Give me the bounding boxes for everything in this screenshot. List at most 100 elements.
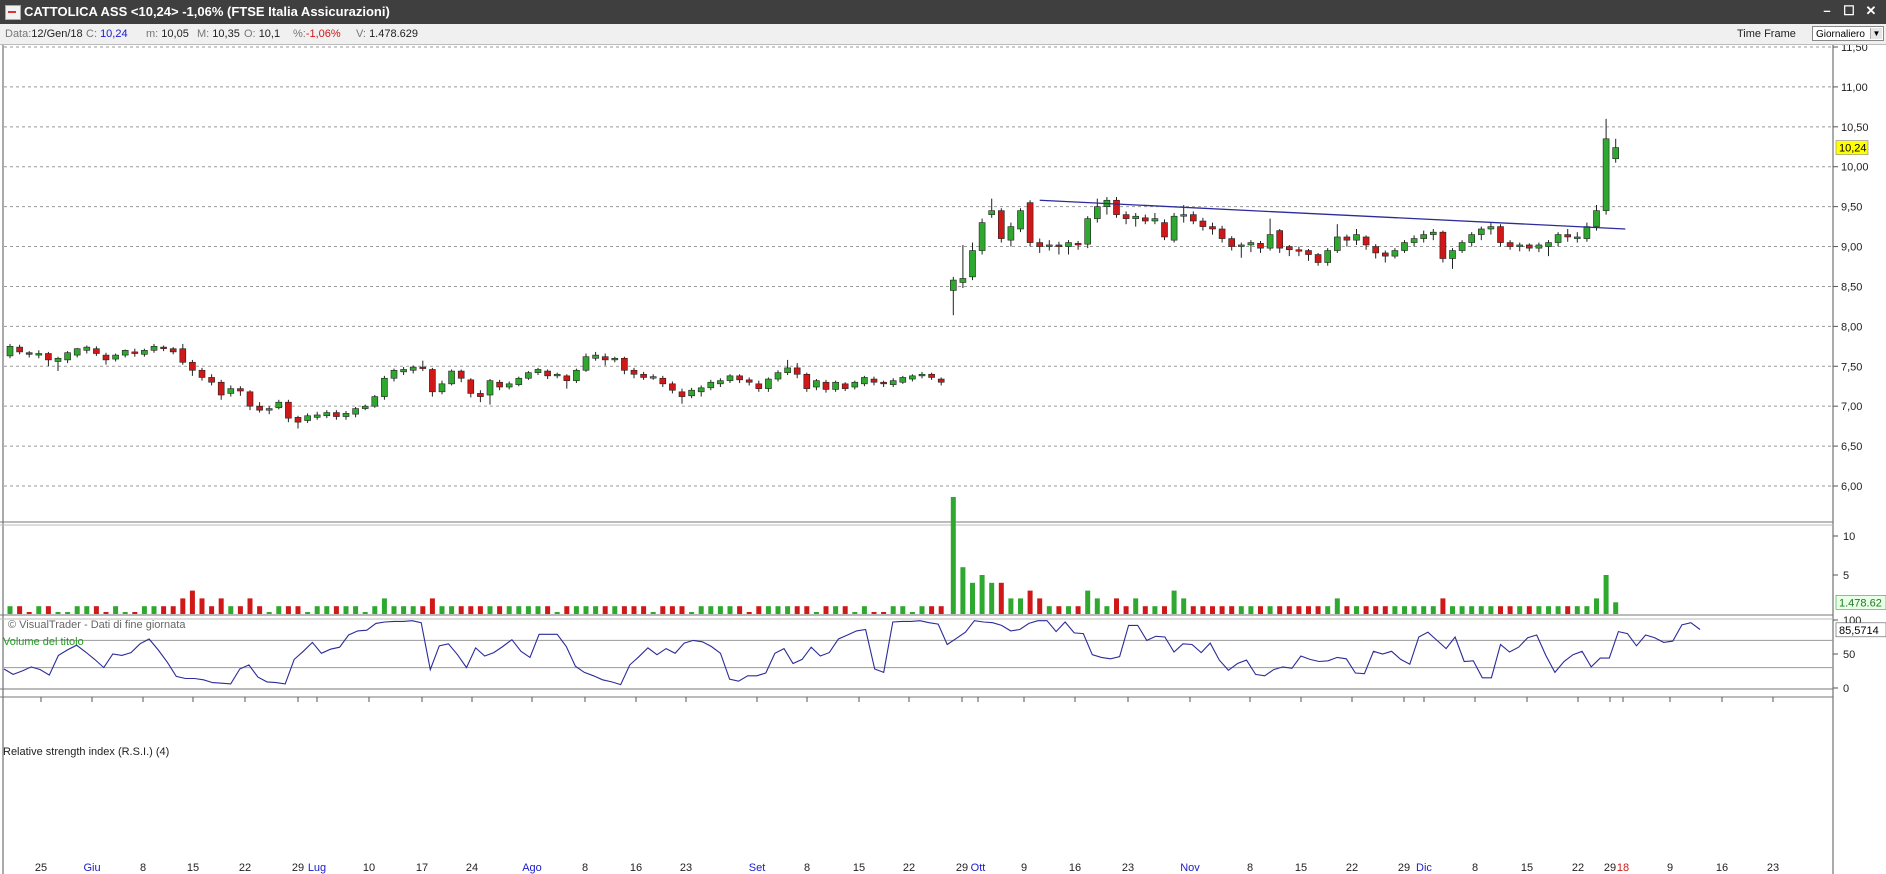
candle-body xyxy=(1583,226,1591,239)
candle-body xyxy=(832,381,839,390)
volume-bar xyxy=(535,606,541,614)
candle-body xyxy=(1190,214,1197,222)
volume-bar xyxy=(1373,606,1379,614)
maximize-button[interactable]: ☐ xyxy=(1840,2,1858,20)
volume-bar xyxy=(199,598,205,614)
volume-bar xyxy=(1421,606,1427,614)
volume-bar xyxy=(833,606,839,614)
volume-bar xyxy=(1104,606,1110,614)
price-axis-label: 9,50 xyxy=(1841,202,1862,214)
candle-body xyxy=(227,388,235,394)
candle-body xyxy=(736,375,743,381)
candle-body xyxy=(765,378,772,389)
close-button[interactable]: ✕ xyxy=(1862,2,1880,20)
xaxis-label: 17 xyxy=(416,862,428,874)
volume-bar xyxy=(737,606,743,614)
xaxis-label: 23 xyxy=(1767,862,1779,874)
volume-bar xyxy=(324,606,330,614)
candle-body xyxy=(793,367,801,375)
volume-bar xyxy=(487,606,493,614)
candle-body xyxy=(1334,236,1341,251)
volume-bar xyxy=(506,606,512,614)
volume-bar xyxy=(1210,606,1215,614)
chart-area[interactable]: © VisualTrader - Dati di fine giornata V… xyxy=(0,45,1886,874)
volume-bar xyxy=(890,606,896,614)
candle-body xyxy=(1295,249,1303,252)
volume-bar xyxy=(583,606,589,614)
xaxis-label: Ago xyxy=(522,862,542,874)
volume-bar xyxy=(1258,606,1263,614)
xaxis-label: 25 xyxy=(35,862,47,874)
xaxis-label: 22 xyxy=(239,862,251,874)
candle-body xyxy=(803,373,811,389)
volume-bar xyxy=(401,606,407,614)
volume-bar xyxy=(1546,606,1551,614)
info-volume: V: 1.478.629 xyxy=(356,28,418,40)
volume-bar xyxy=(1507,606,1513,614)
candle-body xyxy=(534,369,542,373)
volume-bar xyxy=(122,612,128,614)
volume-bar xyxy=(45,606,51,614)
candle-body xyxy=(237,388,244,392)
candle-body xyxy=(1516,244,1523,247)
minimize-button[interactable]: – xyxy=(1818,2,1836,20)
candle-body xyxy=(496,381,503,388)
price-axis-label: 9,00 xyxy=(1841,242,1862,254)
volume-bar xyxy=(1584,606,1590,614)
volume-bar xyxy=(391,606,397,614)
candle-body xyxy=(285,401,292,419)
timeframe-select[interactable]: Giornaliero ▼ xyxy=(1812,26,1884,41)
last-rsi-value: 85,5714 xyxy=(1839,625,1879,637)
candle-body xyxy=(1343,236,1351,241)
volume-bar xyxy=(305,612,311,614)
volume-bar xyxy=(727,606,733,614)
candle-body xyxy=(899,377,907,383)
volume-bar xyxy=(1306,606,1311,614)
candle-body xyxy=(64,352,71,361)
volume-bar xyxy=(1277,606,1283,614)
volume-bar xyxy=(1027,590,1033,614)
volume-bar xyxy=(247,598,253,614)
volume-bar xyxy=(170,606,176,614)
candle-body xyxy=(707,381,715,389)
window-title: CATTOLICA ASS <10,24> -1,06% (FTSE Itali… xyxy=(24,4,390,19)
candle-body xyxy=(169,348,177,353)
candle-body xyxy=(246,391,254,407)
volume-bar xyxy=(429,598,435,614)
volume-bar xyxy=(669,606,675,614)
volume-bar xyxy=(660,606,666,614)
volume-bar xyxy=(1613,602,1619,614)
candle-body xyxy=(1142,217,1149,222)
candle-body xyxy=(1199,220,1207,227)
candle-body xyxy=(1574,236,1581,239)
volume-bar xyxy=(1181,598,1187,614)
last-price-value: 10,24 xyxy=(1839,143,1867,155)
candle-body xyxy=(1007,226,1015,241)
volume-bar xyxy=(343,606,349,614)
volume-bar xyxy=(775,606,781,614)
volume-bar xyxy=(1344,606,1350,614)
candle-body xyxy=(1372,246,1379,254)
xaxis-label: Nov xyxy=(1180,862,1200,874)
volume-bar xyxy=(218,598,224,614)
volume-bar xyxy=(970,582,975,614)
price-axis-label: 11,50 xyxy=(1841,45,1868,54)
volume-bar xyxy=(333,606,339,614)
candle-body xyxy=(918,373,926,377)
volume-bar xyxy=(612,606,618,614)
volume-bar xyxy=(1171,590,1177,614)
candle-body xyxy=(333,412,340,417)
volume-bar xyxy=(1478,606,1484,614)
volume-bar xyxy=(1536,606,1542,614)
candle-body xyxy=(1065,242,1072,247)
timeframe-label: Time Frame xyxy=(1737,28,1796,40)
candle-body xyxy=(93,348,100,354)
candle-body xyxy=(83,346,91,351)
candle-body xyxy=(486,380,494,396)
candle-body xyxy=(323,412,331,417)
candle-body xyxy=(1094,206,1101,219)
candle-body xyxy=(1209,226,1216,230)
volume-bar xyxy=(266,612,272,614)
info-close: C: 10,24 xyxy=(86,28,128,40)
volume-bar xyxy=(938,606,944,614)
